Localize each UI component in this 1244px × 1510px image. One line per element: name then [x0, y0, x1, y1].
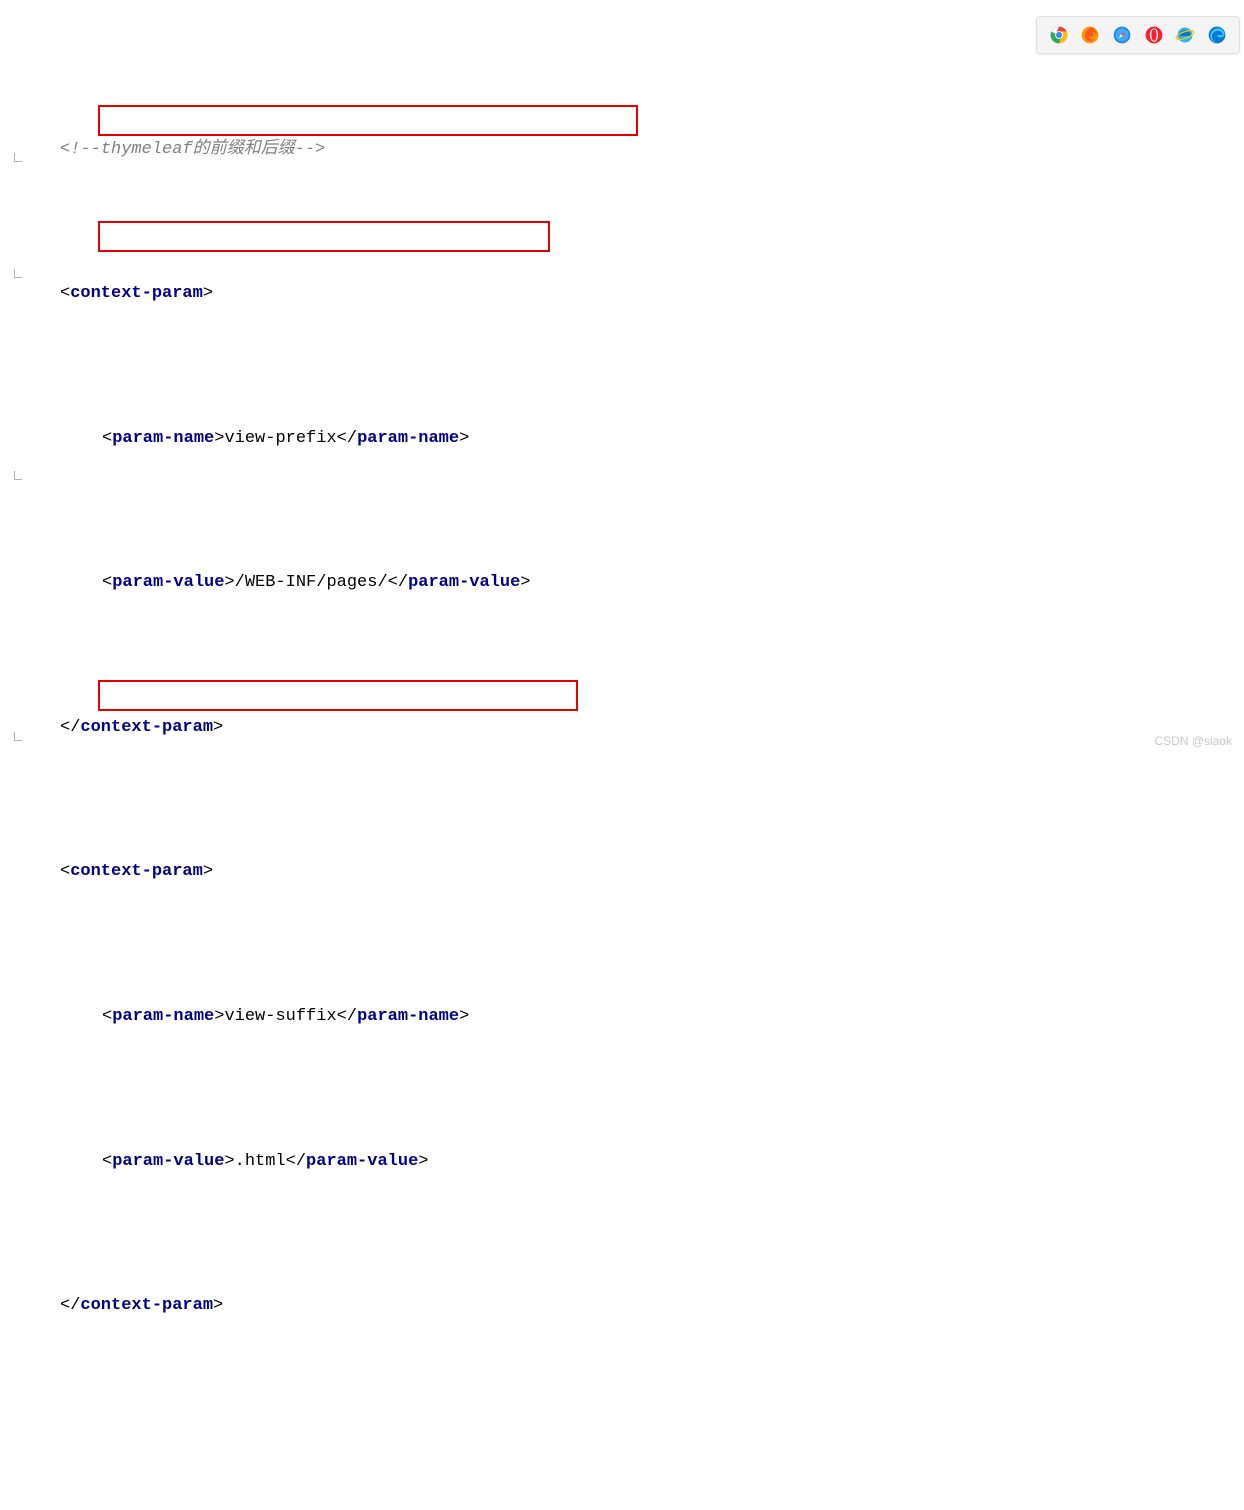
bracket: > — [459, 1003, 469, 1032]
tag: param-name — [112, 1003, 214, 1032]
tag: context-param — [70, 280, 203, 309]
bracket: > — [213, 714, 223, 743]
tag: param-value — [112, 1148, 224, 1177]
tag: param-name — [357, 1003, 459, 1032]
chrome-icon[interactable] — [1049, 25, 1069, 45]
bracket: < — [60, 858, 70, 887]
code-line[interactable]: <param-name>view-prefix</param-name> — [60, 425, 1244, 454]
bracket: < — [102, 1148, 112, 1177]
tag: param-value — [306, 1148, 418, 1177]
bracket: </ — [388, 569, 408, 598]
bracket: < — [102, 569, 112, 598]
bracket: > — [203, 280, 213, 309]
edge-icon[interactable] — [1207, 25, 1227, 45]
tag: param-name — [112, 425, 214, 454]
code-line[interactable]: </context-param> — [60, 714, 1244, 743]
code-line[interactable]: <!--thymeleaf的前缀和后缀--> — [60, 136, 1244, 165]
comment-close: --> — [295, 140, 326, 159]
bracket: </ — [337, 1003, 357, 1032]
bracket: </ — [60, 714, 80, 743]
tag: param-value — [408, 569, 520, 598]
text: view-suffix — [224, 1003, 336, 1032]
code-line[interactable]: <param-name>view-suffix</param-name> — [60, 1003, 1244, 1032]
code-line[interactable]: <param-value>/WEB-INF/pages/</param-valu… — [60, 569, 1244, 598]
ie-icon[interactable] — [1175, 25, 1195, 45]
bracket: > — [214, 425, 224, 454]
bracket: < — [102, 425, 112, 454]
code-area[interactable]: <!--thymeleaf的前缀和后缀--> <context-param> <… — [0, 0, 1244, 1510]
bracket: > — [520, 569, 530, 598]
text: view-prefix — [224, 425, 336, 454]
code-line[interactable]: <context-param> — [60, 280, 1244, 309]
bracket: > — [224, 569, 234, 598]
editor-viewport[interactable]: <!--thymeleaf的前缀和后缀--> <context-param> <… — [0, 0, 1244, 755]
bracket: < — [60, 280, 70, 309]
code-line[interactable]: <context-param> — [60, 858, 1244, 887]
bracket: > — [459, 425, 469, 454]
bracket: < — [102, 1003, 112, 1032]
code-line[interactable]: <param-value>.html</param-value> — [60, 1148, 1244, 1177]
bracket: > — [418, 1148, 428, 1177]
tag: param-name — [357, 425, 459, 454]
code-line[interactable] — [60, 1437, 1244, 1466]
code-line[interactable]: </context-param> — [60, 1292, 1244, 1321]
comment-open: <!-- — [60, 140, 101, 159]
bracket: > — [224, 1148, 234, 1177]
comment-text: thymeleaf的前缀和后缀 — [101, 140, 295, 159]
bracket: </ — [286, 1148, 306, 1177]
fold-marker[interactable] — [11, 474, 23, 486]
opera-icon[interactable] — [1144, 25, 1164, 45]
text: .html — [235, 1148, 286, 1177]
fold-marker[interactable] — [11, 272, 23, 284]
safari-icon[interactable] — [1112, 25, 1132, 45]
bracket: </ — [337, 425, 357, 454]
text: /WEB-INF/pages/ — [235, 569, 388, 598]
gutter — [0, 0, 30, 755]
bracket: > — [203, 858, 213, 887]
firefox-icon[interactable] — [1080, 25, 1100, 45]
browser-icons-toolbar[interactable] — [1036, 16, 1240, 54]
bracket: > — [213, 1292, 223, 1321]
fold-marker[interactable] — [11, 735, 23, 747]
tag: context-param — [70, 858, 203, 887]
fold-marker[interactable] — [11, 156, 23, 168]
bracket: </ — [60, 1292, 80, 1321]
tag: param-value — [112, 569, 224, 598]
tag: context-param — [80, 714, 213, 743]
tag: context-param — [80, 1292, 213, 1321]
watermark: CSDN @siaok — [1154, 731, 1232, 751]
bracket: > — [214, 1003, 224, 1032]
